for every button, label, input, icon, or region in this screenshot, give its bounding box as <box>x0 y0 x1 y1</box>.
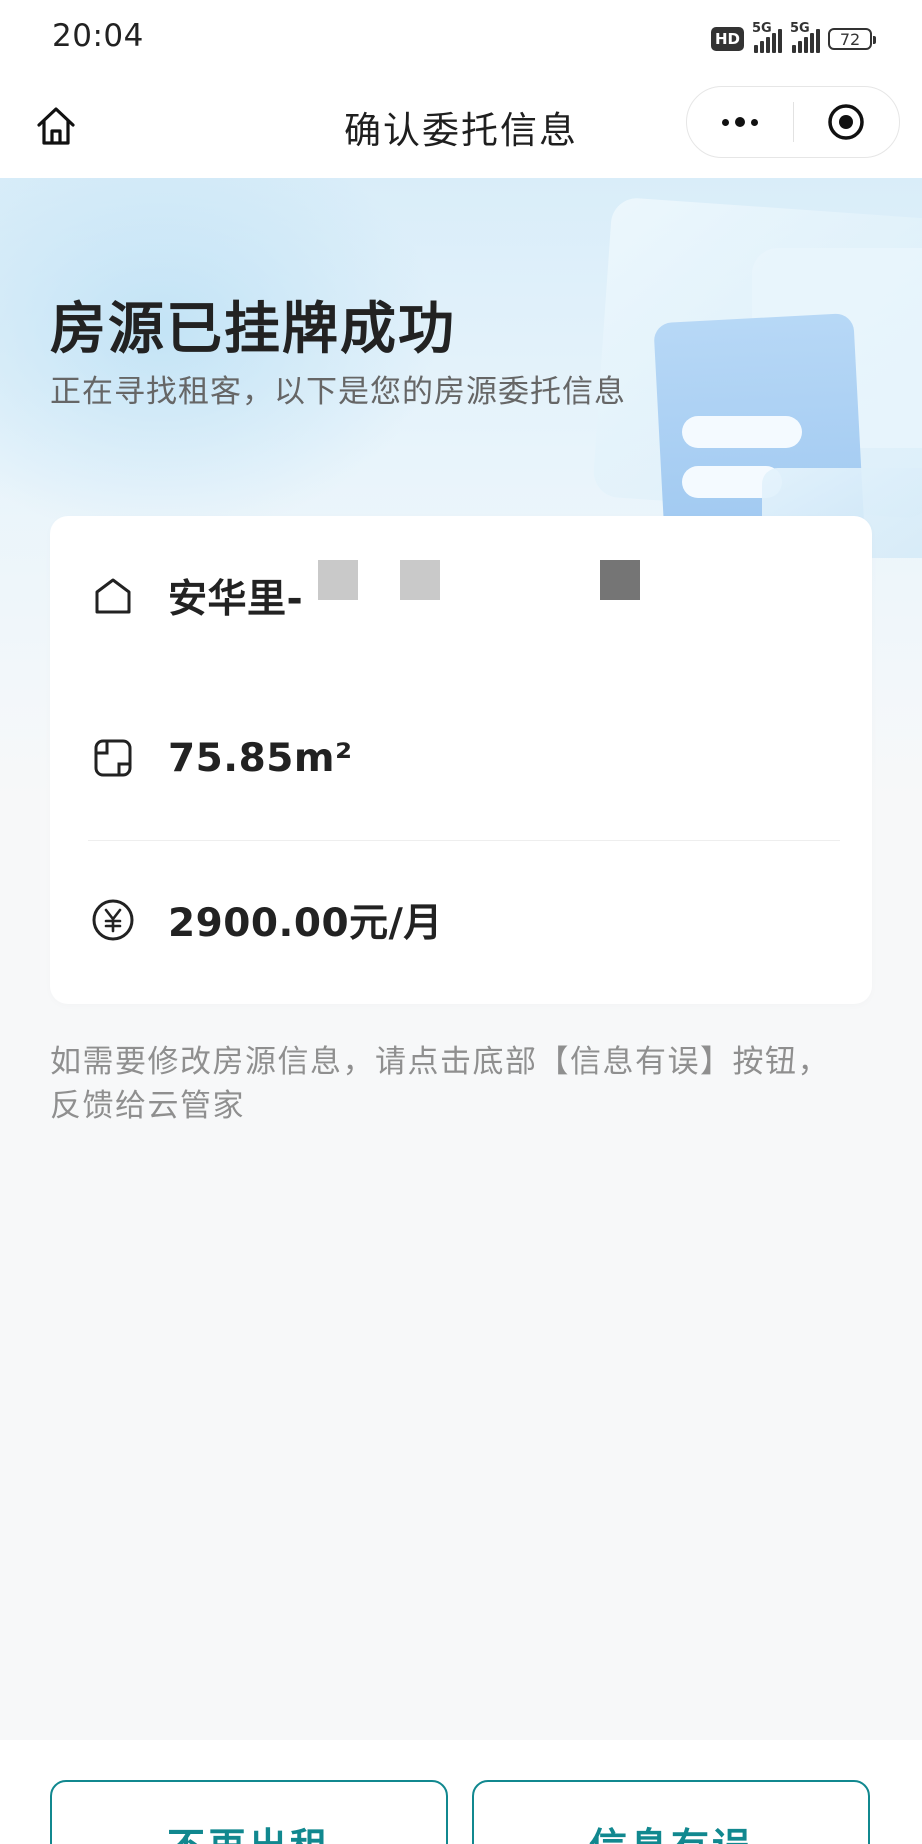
battery-level: 72 <box>839 29 861 49</box>
status-icons: HD 5G 5G 72 <box>710 21 876 54</box>
more-dots-icon <box>721 117 758 127</box>
status-time: 20:04 <box>52 18 144 54</box>
info-error-button[interactable]: 信息有误 <box>472 1780 870 1844</box>
nav-bar: 确认委托信息 <box>0 80 922 178</box>
battery-icon: 72 <box>828 28 876 50</box>
address-row: 安华里- <box>0 556 922 636</box>
more-button[interactable] <box>687 87 793 157</box>
edit-hint-text: 如需要修改房源信息，请点击底部【信息有误】按钮，反馈给云管家 <box>50 1044 830 1124</box>
card-divider <box>88 840 840 841</box>
area-row: 75.85m² <box>0 718 922 798</box>
address-value: 安华里- <box>168 577 304 622</box>
bottom-action-bar: 不再出租 信息有误 <box>0 1740 922 1844</box>
area-value: 75.85m² <box>168 735 353 781</box>
privacy-mask <box>318 560 358 600</box>
hero-subtitle: 正在寻找租客，以下是您的房源委托信息 <box>50 374 626 410</box>
yuan-icon <box>88 895 138 945</box>
mini-program-capsule <box>686 86 900 158</box>
status-bar: 20:04 HD 5G 5G 72 <box>0 0 922 80</box>
privacy-mask <box>400 560 440 600</box>
privacy-mask <box>600 560 640 600</box>
close-button[interactable] <box>794 87 900 157</box>
hd-badge: HD <box>710 27 744 51</box>
rent-row: 2900.00元/月 <box>0 880 922 960</box>
house-icon <box>88 571 138 621</box>
document-illustration <box>593 198 922 558</box>
signal-icon: 5G <box>790 21 820 53</box>
signal-label: 5G <box>790 21 810 36</box>
area-icon <box>88 733 138 783</box>
rent-value: 2900.00元/月 <box>168 901 443 946</box>
signal-icon: 5G <box>752 21 782 53</box>
stop-renting-button[interactable]: 不再出租 <box>50 1780 448 1844</box>
signal-label: 5G <box>752 21 772 36</box>
hero-title: 房源已挂牌成功 <box>50 297 456 362</box>
target-close-icon <box>828 104 864 140</box>
